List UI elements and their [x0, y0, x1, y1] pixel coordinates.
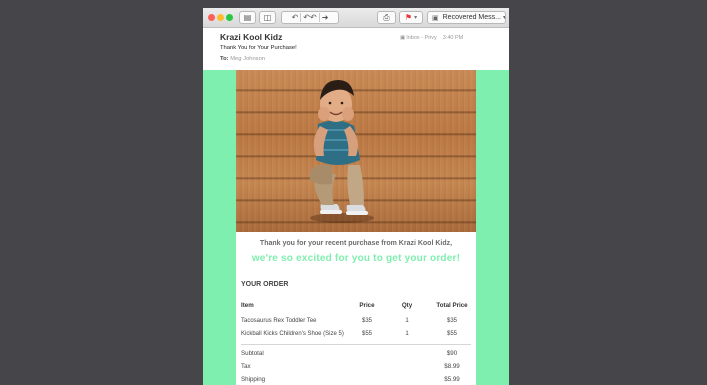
mailbox-select[interactable]: ▣ Recovered Mess... ▾	[427, 11, 506, 24]
hero-image	[236, 70, 476, 232]
item-name: Tacosaurus Rex Toddler Tee	[241, 318, 317, 324]
table-row: Kickball Kicks Children's Shoe (Size 5) …	[241, 331, 471, 344]
hero-photo-boy	[310, 80, 374, 223]
subtotal-value: $90	[446, 350, 458, 357]
reply-icon[interactable]: ↶	[292, 13, 299, 22]
excited-message: we're so excited for you to get your ord…	[251, 253, 461, 264]
delete-icon[interactable]: ▤	[239, 11, 256, 24]
item-total: $35	[446, 318, 457, 324]
item-price: $55	[361, 331, 372, 337]
mail-window: ▤ ◫ ↶ ↶↶ ➜ ⎙ ⚑ ▾ ▣ Recovered Mess... ▾ Kr…	[203, 8, 509, 385]
order-table: Item Price Qty Total Price Tacosaurus Re…	[241, 302, 471, 344]
folder-label: Inbox - Privy	[406, 35, 437, 41]
reply-all-icon[interactable]: ↶↶	[303, 13, 316, 22]
forward-icon[interactable]: ➜	[322, 13, 329, 22]
order-totals: Subtotal $90 Tax $8.99 Shipping $5.99	[241, 350, 471, 385]
subtotal-row: Subtotal $90	[241, 350, 471, 363]
item-qty: 1	[405, 331, 409, 337]
thanks-message: Thank you for your recent purchase from …	[259, 240, 453, 247]
to-label: To:	[220, 56, 229, 62]
mailbox-label: Recovered Mess...	[442, 14, 501, 21]
recipient-name[interactable]: Meg Johnson	[230, 56, 265, 62]
column-header-item: Item	[241, 302, 254, 309]
item-qty: 1	[405, 318, 409, 324]
table-row: Tacosaurus Rex Toddler Tee $35 1 $35	[241, 318, 471, 331]
table-header-row: Item Price Qty Total Price	[241, 302, 471, 315]
sender-name: Krazi Kool Kidz	[220, 32, 283, 42]
chevron-down-icon: ▾	[502, 14, 506, 21]
reply-button-group: ↶ ↶↶ ➜	[281, 11, 339, 24]
zoom-light[interactable]	[226, 14, 233, 21]
toolbar: ▤ ◫ ↶ ↶↶ ➜ ⎙ ⚑ ▾ ▣ Recovered Mess... ▾	[203, 8, 509, 28]
item-name: Kickball Kicks Children's Shoe (Size 5)	[241, 331, 344, 337]
subtotal-label: Subtotal	[241, 350, 264, 357]
minimize-light[interactable]	[217, 14, 224, 21]
email-card: Thank you for your recent purchase from …	[236, 70, 476, 385]
column-header-total: Total Price	[436, 302, 468, 309]
shipping-label: Shipping	[241, 376, 266, 383]
column-header-price: Price	[359, 302, 375, 309]
print-icon[interactable]: ⎙	[377, 11, 396, 24]
item-price: $35	[361, 318, 372, 324]
message-meta: ▣Inbox - Privy 3:40 PM	[400, 35, 463, 41]
order-section-title: YOUR ORDER	[241, 281, 289, 288]
shipping-value: $5.99	[444, 376, 460, 383]
item-total: $55	[446, 331, 457, 337]
column-header-qty: Qty	[401, 302, 413, 309]
inbox-icon: ▣	[400, 35, 406, 41]
message-header: Krazi Kool Kidz ▣Inbox - Privy 3:40 PM Th…	[203, 28, 509, 70]
junk-icon[interactable]: ◫	[259, 11, 276, 24]
message-time: 3:40 PM	[442, 35, 464, 41]
recipient-line: To: Meg Johnson	[220, 56, 265, 62]
email-body-background: Thank you for your recent purchase from …	[203, 70, 509, 385]
shipping-row: Shipping $5.99	[241, 376, 471, 385]
tax-value: $8.99	[444, 363, 460, 370]
divider	[241, 344, 471, 345]
tax-label: Tax	[241, 363, 251, 370]
mailbox-icon: ▣	[432, 13, 439, 22]
tax-row: Tax $8.99	[241, 363, 471, 376]
close-light[interactable]	[208, 14, 215, 21]
message-subject: Thank You for Your Purchase!	[220, 45, 297, 51]
flag-icon[interactable]: ⚑ ▾	[399, 11, 423, 24]
